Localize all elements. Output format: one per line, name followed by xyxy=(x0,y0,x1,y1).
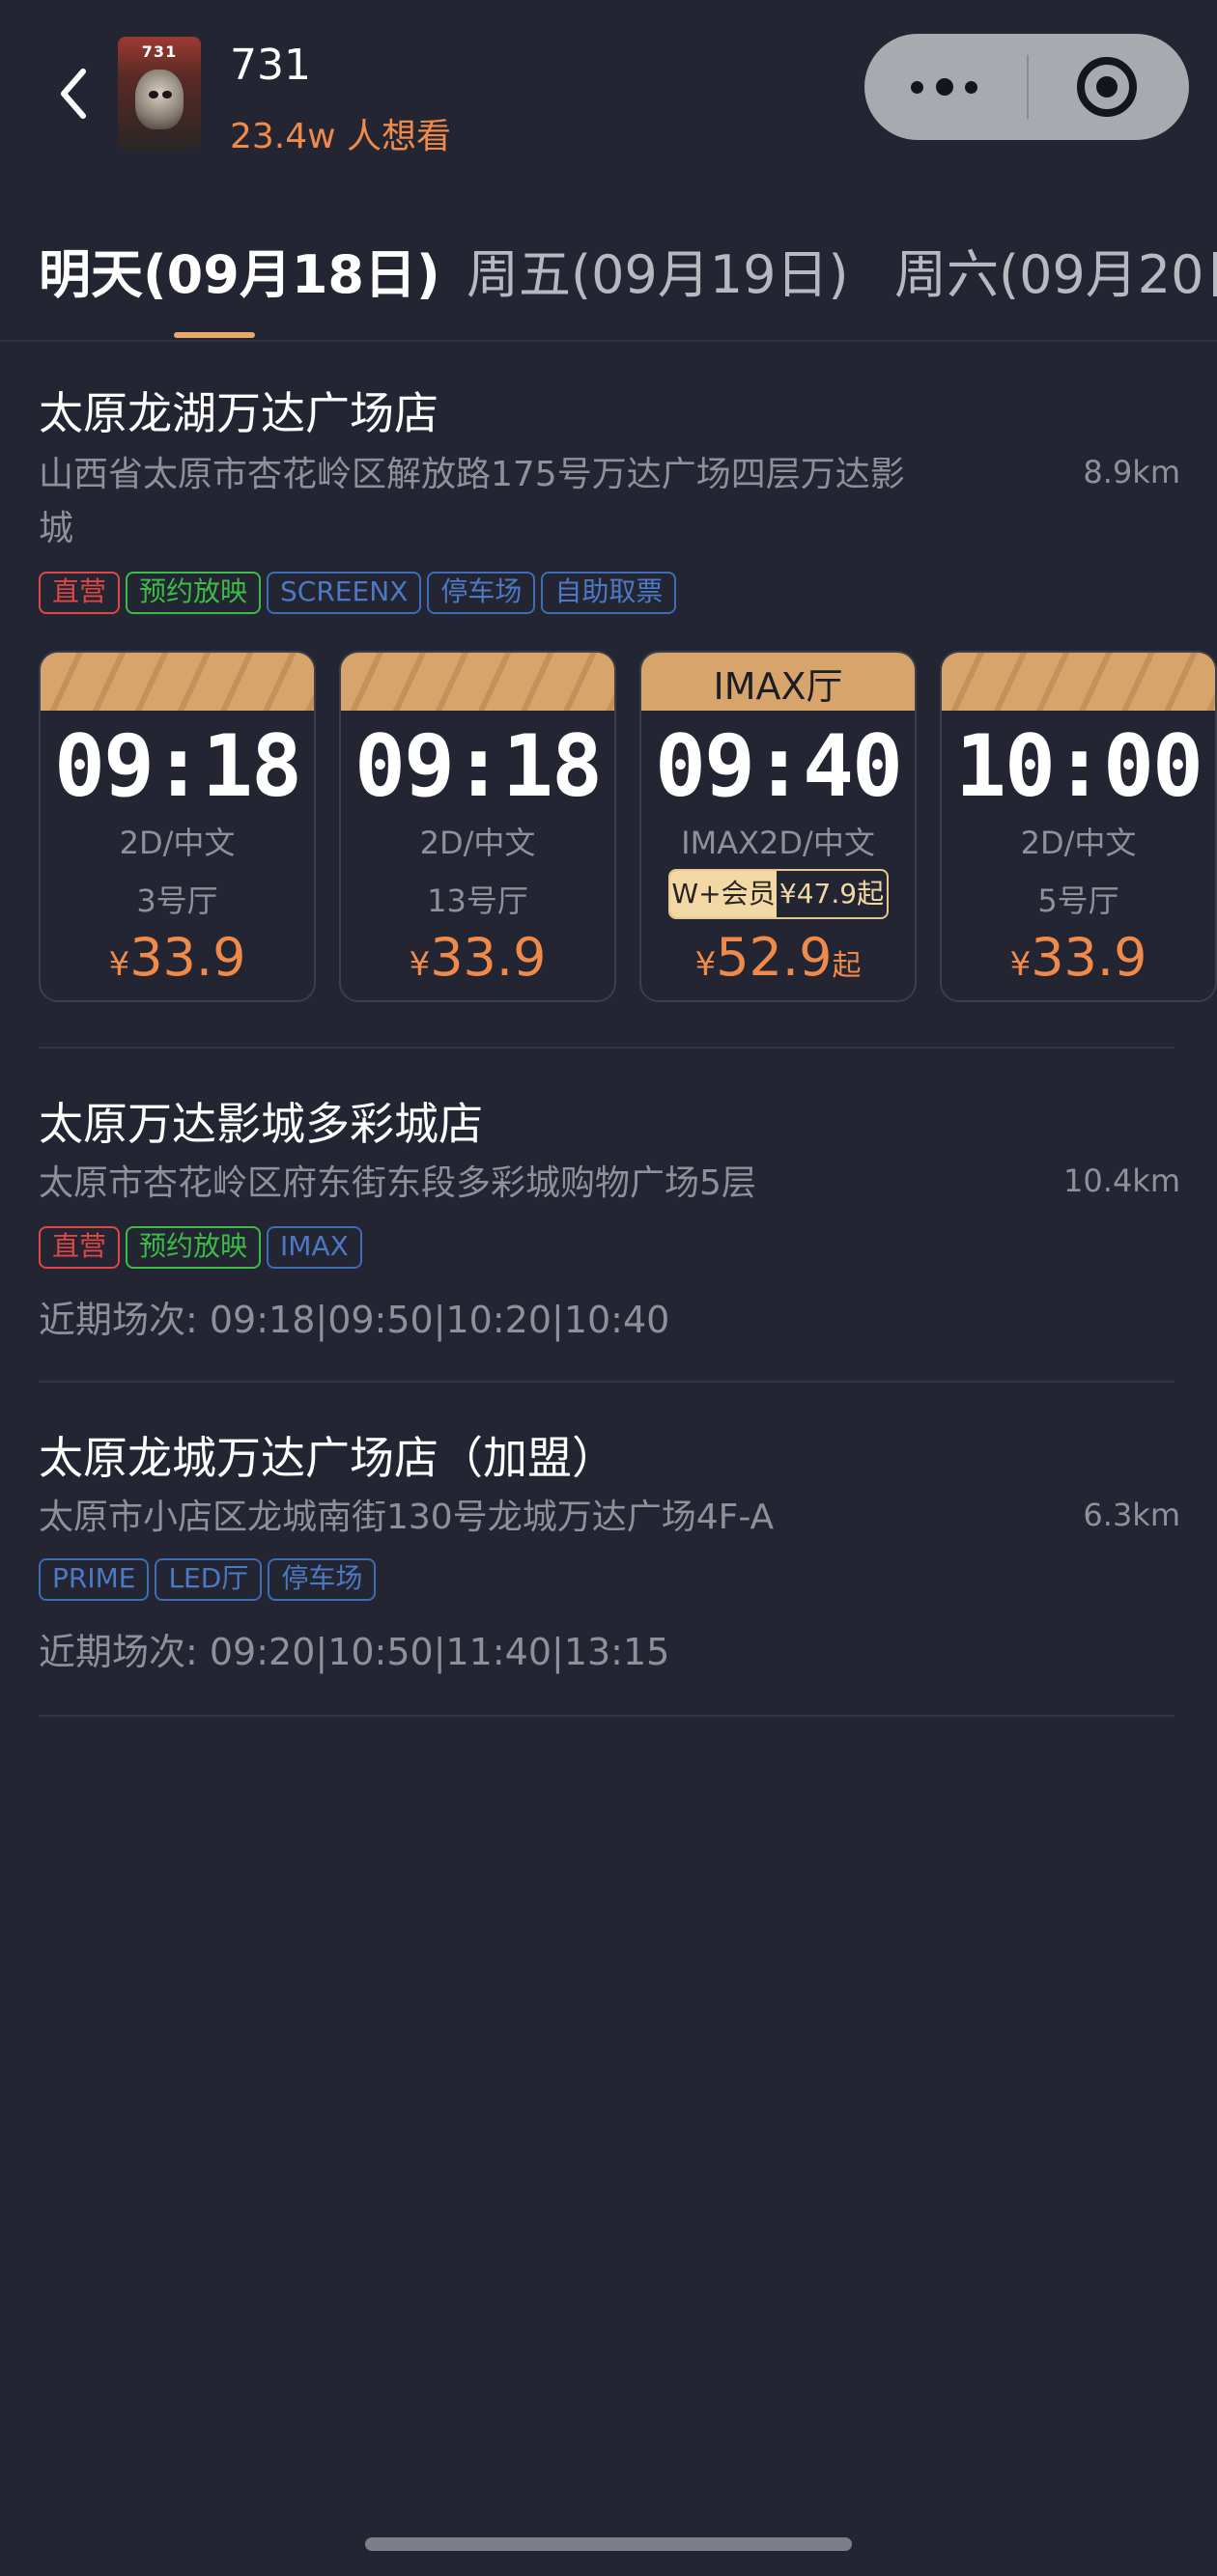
price-amount: 52.9 xyxy=(716,927,833,988)
currency-symbol: ¥ xyxy=(694,945,717,984)
tag-self-ticket: 自助取票 xyxy=(541,572,677,614)
tab-tomorrow[interactable]: 明天(09月18日) xyxy=(39,232,440,308)
member-price-badge: W+会员 ¥47.9起 xyxy=(668,869,889,919)
poster-title: 731 xyxy=(141,42,178,61)
price-amount: 33.9 xyxy=(430,927,547,988)
cinema-address: 山西省太原市杏花岭区解放路175号万达广场四层万达影城 xyxy=(39,455,905,548)
more-button[interactable] xyxy=(864,34,1027,140)
tag-direct: 直营 xyxy=(39,572,121,614)
active-tab-indicator xyxy=(174,332,255,338)
tabs-divider xyxy=(0,340,1217,342)
showtime-hall: 5号厅 xyxy=(1037,882,1119,919)
dot-center xyxy=(936,78,953,96)
card-header-stripes xyxy=(341,653,614,711)
movie-poster[interactable]: 731 xyxy=(118,37,201,151)
showtime-time: 09:18 xyxy=(54,716,302,816)
member-label: W+会员 xyxy=(670,871,777,917)
cinema-name: 太原龙城万达广场店（加盟） xyxy=(39,1432,616,1484)
card-header-imax: IMAX厅 xyxy=(641,653,915,711)
tag-reservation: 预约放映 xyxy=(126,1226,262,1269)
tag-parking: 停车场 xyxy=(427,572,536,614)
cinema-tags: 直营 预约放映 IMAX xyxy=(39,1226,362,1269)
poster-face-art xyxy=(135,70,184,129)
dot-left xyxy=(911,81,923,94)
dot-right xyxy=(965,81,977,94)
cinema-item[interactable]: 太原龙城万达广场店（加盟） 太原市小店区龙城南街130号龙城万达广场4F-A 6… xyxy=(39,1423,1180,1674)
tag-screenx: SCREENX xyxy=(267,572,422,614)
cinema-divider xyxy=(39,1047,1175,1049)
member-price: ¥47.9起 xyxy=(778,878,885,910)
tab-saturday[interactable]: 周六(09月20日) xyxy=(894,232,1217,308)
cinema-tags: PRIME LED厅 停车场 xyxy=(39,1558,377,1601)
top-bar: 731 731 23.4w 人想看 xyxy=(0,0,1217,183)
cinema-name: 太原万达影城多彩城店 xyxy=(39,1098,483,1150)
tag-parking: 停车场 xyxy=(268,1558,377,1601)
showtime-time: 09:18 xyxy=(354,716,603,816)
recent-sessions: 近期场次: 09:20|10:50|11:40|13:15 xyxy=(39,1631,670,1673)
currency-symbol: ¥ xyxy=(108,945,130,984)
tag-reservation: 预约放映 xyxy=(126,572,262,614)
hall-type-label: IMAX厅 xyxy=(713,665,843,708)
price-from-suffix: 起 xyxy=(832,949,862,983)
cinema-item[interactable]: 太原龙湖万达广场店 山西省太原市杏花岭区解放路175号万达广场四层万达影城 8.… xyxy=(39,378,1180,614)
poster-eye-left xyxy=(149,91,158,98)
price-amount: 33.9 xyxy=(129,927,246,988)
target-core xyxy=(1096,76,1118,98)
cinema-address: 太原市小店区龙城南街130号龙城万达广场4F-A xyxy=(39,1498,775,1537)
showtime-card[interactable]: 10:00 2D/中文 5号厅 ¥33.9 xyxy=(940,651,1217,1002)
card-header-stripes xyxy=(942,653,1215,711)
tag-prime: PRIME xyxy=(39,1558,150,1601)
cinema-distance: 6.3km xyxy=(1083,1497,1180,1533)
showtime-price: ¥33.9 xyxy=(341,927,614,988)
showtime-hall: 3号厅 xyxy=(136,882,218,919)
cinema-distance: 10.4km xyxy=(1063,1162,1180,1199)
showtime-price: ¥52.9起 xyxy=(641,927,915,988)
back-button[interactable] xyxy=(50,60,99,127)
showtime-format: IMAX2D/中文 xyxy=(681,825,875,861)
showtime-price: ¥33.9 xyxy=(41,927,314,988)
want-to-watch-count: 23.4w 人想看 xyxy=(230,117,452,156)
cinema-address: 太原市杏花岭区府东街东段多彩城购物广场5层 xyxy=(39,1163,756,1203)
home-indicator[interactable] xyxy=(365,2537,852,2551)
card-header-stripes xyxy=(41,653,314,711)
price-amount: 33.9 xyxy=(1031,927,1147,988)
tag-direct: 直营 xyxy=(39,1226,121,1269)
cinema-divider xyxy=(39,1381,1175,1383)
tab-friday[interactable]: 周五(09月19日) xyxy=(467,232,849,308)
cinema-distance: 8.9km xyxy=(1083,454,1180,490)
currency-symbol: ¥ xyxy=(1009,945,1032,984)
poster-eye-right xyxy=(162,91,172,98)
showtime-card-imax[interactable]: IMAX厅 09:40 IMAX2D/中文 W+会员 ¥47.9起 ¥52.9起 xyxy=(639,651,917,1002)
showtime-price: ¥33.9 xyxy=(942,927,1215,988)
tag-led-hall: LED厅 xyxy=(155,1558,263,1601)
cinema-divider xyxy=(39,1715,1175,1717)
tag-imax: IMAX xyxy=(267,1226,362,1269)
showtime-format: 2D/中文 xyxy=(119,825,236,861)
showtime-card[interactable]: 09:18 2D/中文 13号厅 ¥33.9 xyxy=(339,651,616,1002)
cinema-item[interactable]: 太原万达影城多彩城店 太原市杏花岭区府东街东段多彩城购物广场5层 10.4km … xyxy=(39,1089,1180,1341)
date-tabs: 明天(09月18日) 周五(09月19日) 周六(09月20日) xyxy=(0,214,1217,340)
currency-symbol: ¥ xyxy=(409,945,431,984)
showtime-format: 2D/中文 xyxy=(419,825,536,861)
showtime-time: 10:00 xyxy=(955,716,1203,816)
chevron-left-icon xyxy=(61,69,86,119)
showtime-cards: 09:18 2D/中文 3号厅 ¥33.9 09:18 2D/中文 13号厅 ¥… xyxy=(39,651,1217,1006)
cinema-name: 太原龙湖万达广场店 xyxy=(39,387,439,439)
miniprogram-capsule xyxy=(864,34,1189,140)
cinema-tags: 直营 预约放映 SCREENX 停车场 自助取票 xyxy=(39,572,677,614)
recent-sessions: 近期场次: 09:18|09:50|10:20|10:40 xyxy=(39,1299,670,1341)
showtime-format: 2D/中文 xyxy=(1020,825,1137,861)
movie-title: 731 xyxy=(230,41,311,90)
showtime-card[interactable]: 09:18 2D/中文 3号厅 ¥33.9 xyxy=(39,651,316,1002)
showtime-hall: 13号厅 xyxy=(427,882,528,919)
close-miniprogram-button[interactable] xyxy=(1029,34,1189,140)
showtime-time: 09:40 xyxy=(655,716,903,816)
